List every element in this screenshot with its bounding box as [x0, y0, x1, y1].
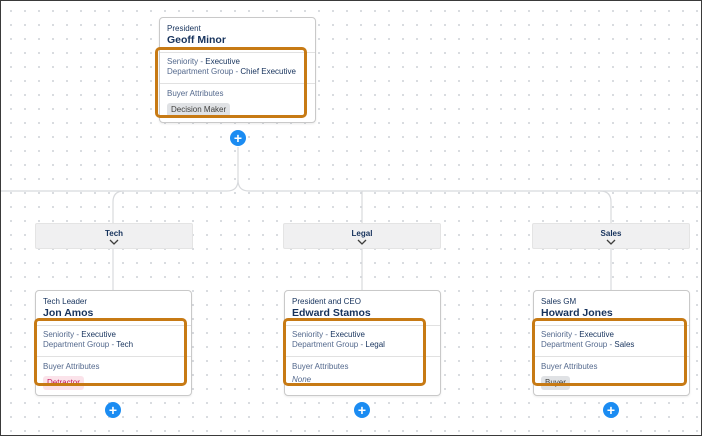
chevron-down-icon[interactable] [606, 239, 616, 246]
department-header-legal[interactable]: Legal [283, 223, 441, 249]
highlight-box [34, 318, 187, 386]
person-name[interactable]: Geoff Minor [167, 34, 308, 46]
department-label: Sales [600, 229, 622, 238]
department-header-sales[interactable]: Sales [532, 223, 690, 249]
add-node-button[interactable]: + [105, 402, 121, 418]
chevron-down-icon[interactable] [109, 239, 119, 246]
department-label: Legal [351, 229, 373, 238]
department-label: Tech [104, 229, 124, 238]
job-title: President [167, 24, 201, 33]
highlight-box [283, 318, 426, 386]
add-node-button[interactable]: + [354, 402, 370, 418]
job-title: Sales GM [541, 297, 577, 306]
job-title: Tech Leader [43, 297, 88, 306]
add-node-button[interactable]: + [230, 130, 246, 146]
department-header-tech[interactable]: Tech [35, 223, 193, 249]
chevron-down-icon[interactable] [357, 239, 367, 246]
job-title: President and CEO [292, 297, 361, 306]
highlight-box [155, 47, 307, 118]
highlight-box [532, 318, 687, 386]
add-node-button[interactable]: + [603, 402, 619, 418]
